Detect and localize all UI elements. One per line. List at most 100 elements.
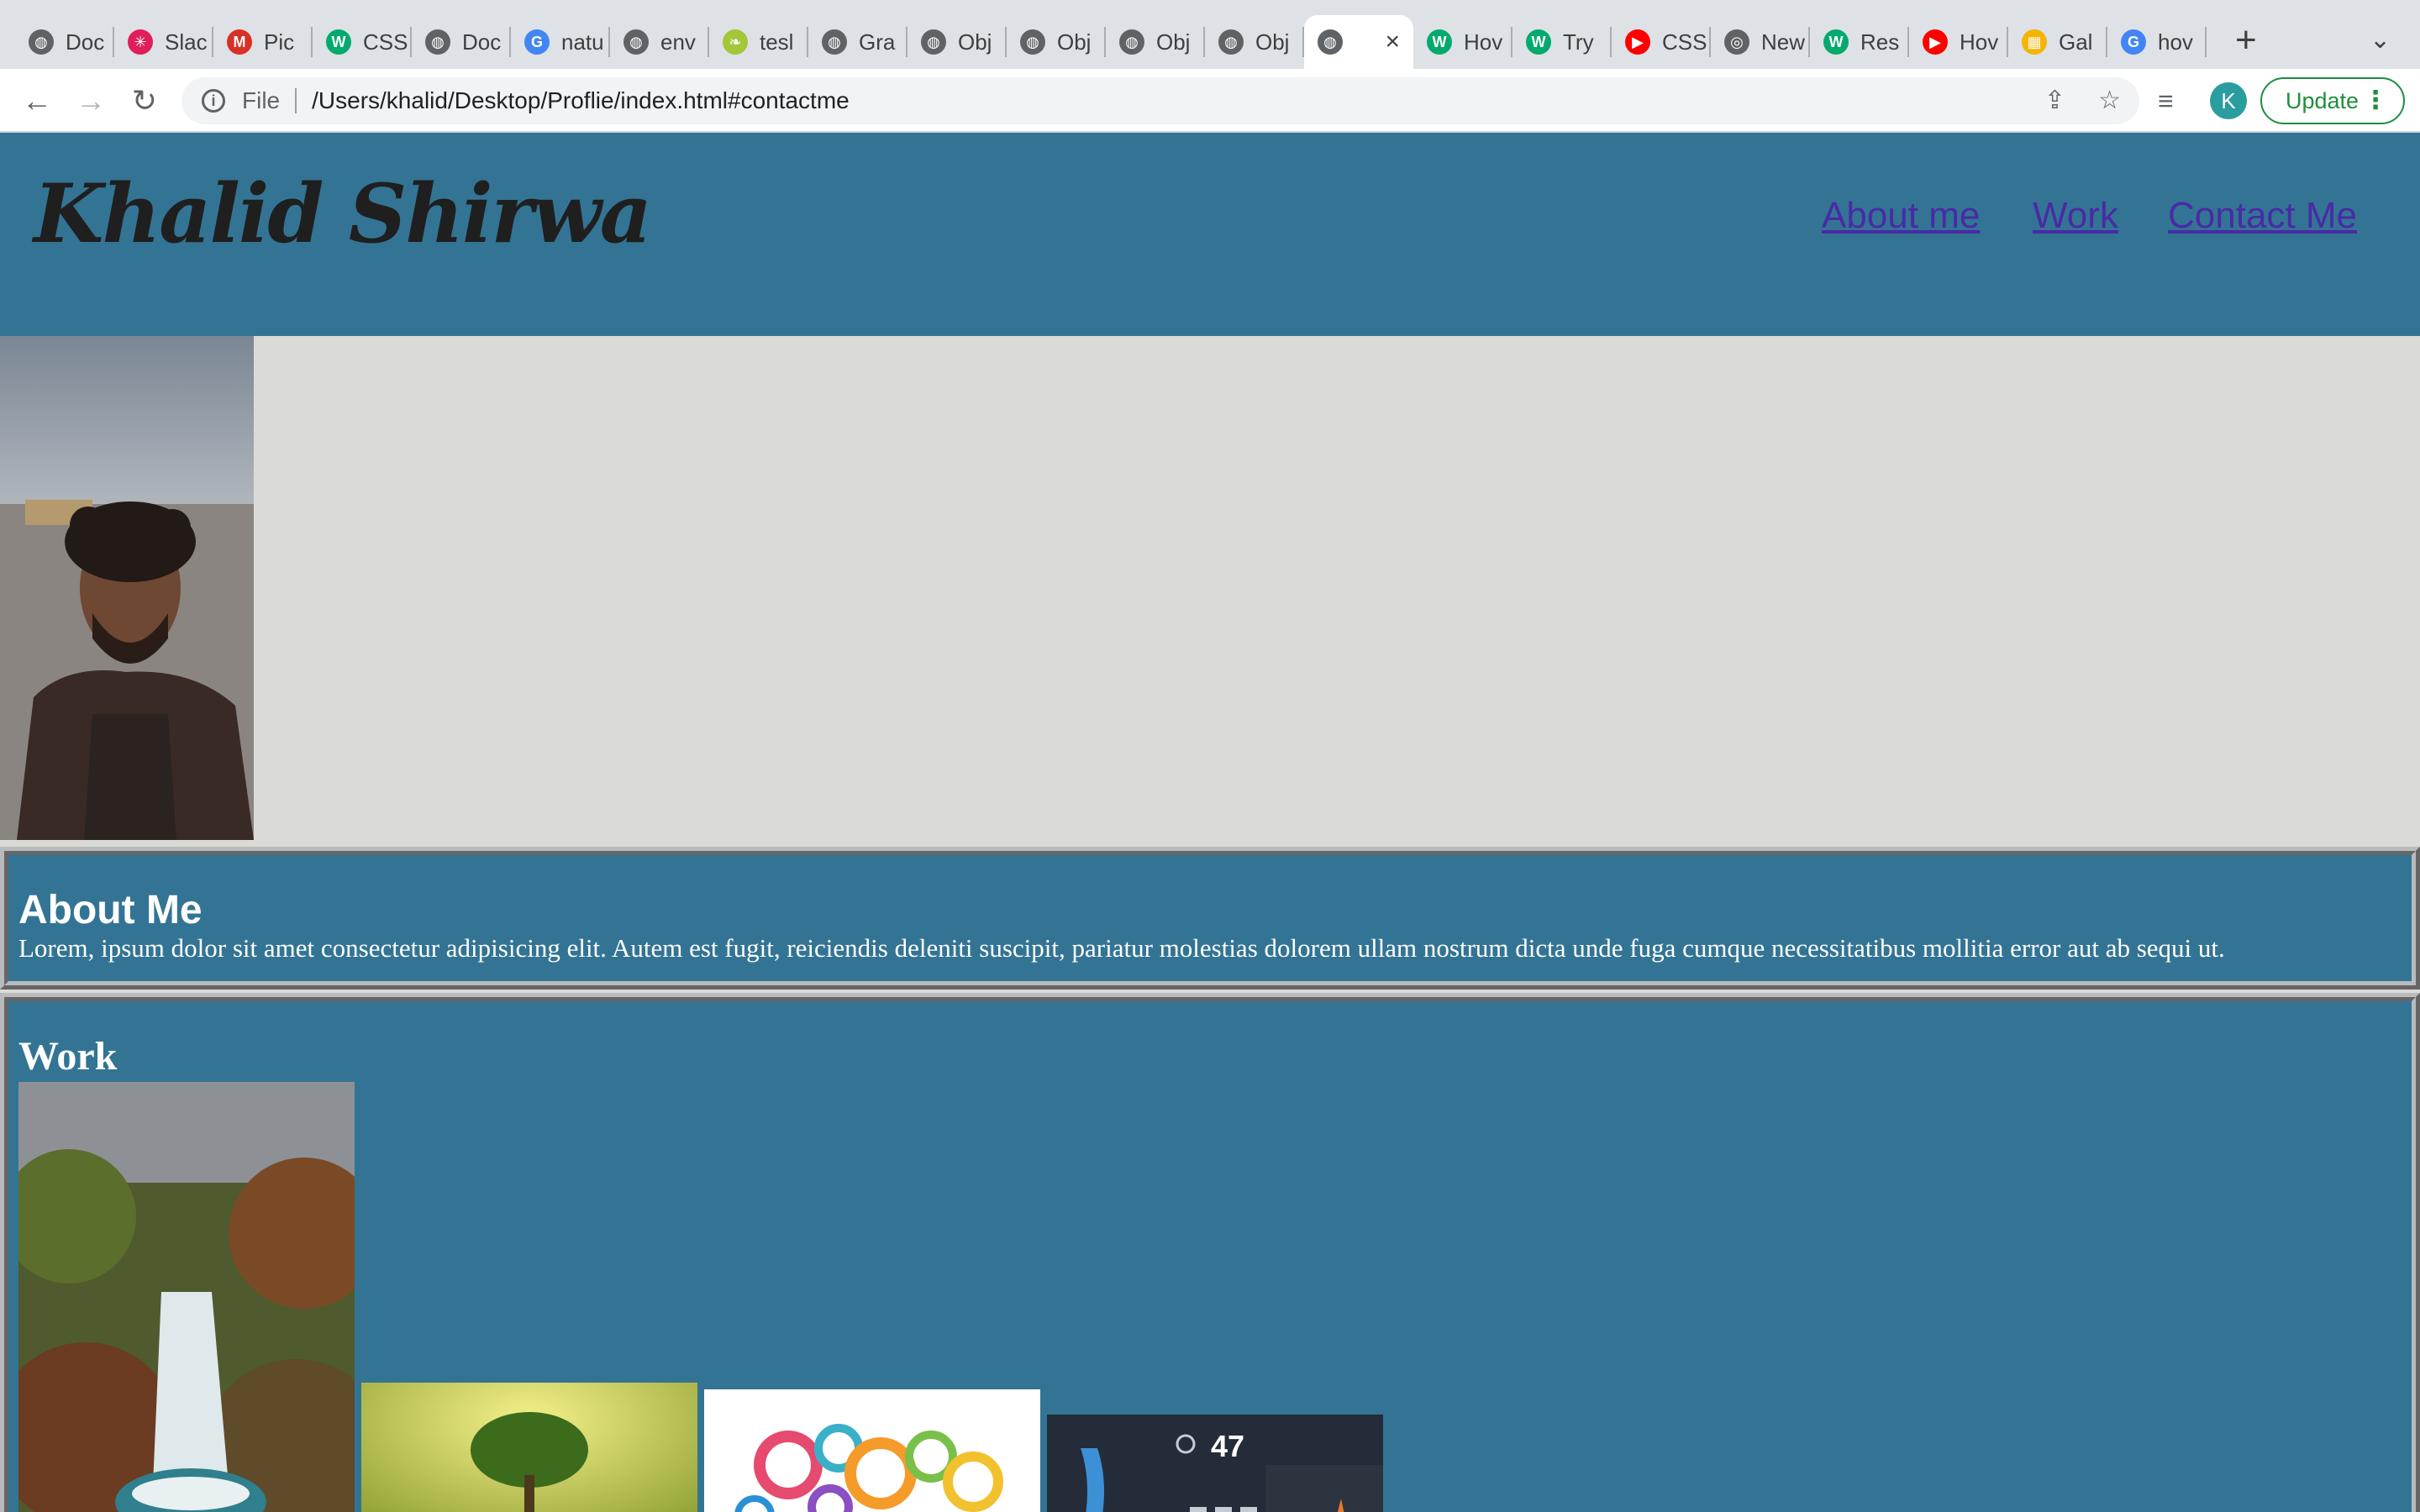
update-button[interactable]: Update ⋮ — [2260, 77, 2405, 124]
w3schools-icon: W — [326, 29, 351, 55]
update-label: Update — [2286, 87, 2360, 113]
tab-search-chevron-icon[interactable]: ⌄ — [2370, 25, 2391, 55]
chrome-icon: ◎ — [1724, 29, 1749, 55]
browser-tab[interactable]: ▦ Gal — [2008, 15, 2107, 69]
gmail-icon: M — [227, 29, 252, 55]
profile-avatar[interactable]: K — [2210, 82, 2247, 119]
work-image-gears[interactable] — [704, 1389, 1040, 1512]
browser-tab-label: Res — [1860, 29, 1900, 55]
w3schools-icon: W — [1427, 29, 1452, 55]
browser-tab[interactable]: ◍ Doc — [412, 15, 511, 69]
about-section: About Me Lorem, ipsum dolor sit amet con… — [0, 847, 2420, 990]
slack-icon: ✳ — [128, 29, 153, 55]
site-info-icon[interactable]: i — [202, 89, 225, 113]
browser-tab-label: Hov — [1960, 29, 1999, 55]
browser-tab-label: Slac — [165, 29, 208, 55]
globe-icon: ◍ — [623, 29, 649, 55]
browser-toolbar: ← → ↻ i File /Users/khalid/Desktop/Profl… — [0, 69, 2420, 133]
browser-tab-label: hov — [2158, 29, 2193, 55]
browser-tab-label: Obj — [1057, 29, 1092, 55]
browser-tab-strip: ◍ Doc ✳ Slac M Pic W CSS ◍ Doc Gnatu ◍ env ❧ tesl ◍ Gra ◍… — [0, 0, 2420, 69]
google-icon: G — [524, 29, 550, 55]
share-icon[interactable]: ⇪ — [2044, 86, 2065, 115]
address-bar[interactable]: i File /Users/khalid/Desktop/Proflie/ind… — [182, 77, 2139, 124]
work-section: Work 47 — [0, 993, 2420, 1512]
globe-icon: ◍ — [425, 29, 450, 55]
browser-tab[interactable]: W CSS — [313, 15, 412, 69]
browser-tab[interactable]: ◍ Doc — [15, 15, 114, 69]
work-image-dashboard[interactable]: 47 — [1047, 1415, 1383, 1512]
site-header: Khalid Shirwa About me Work Contact Me — [0, 133, 2420, 336]
browser-tab-label: CSS — [363, 29, 408, 55]
browser-tab[interactable]: ❧ tesl — [709, 15, 808, 69]
work-gallery: 47 — [18, 1082, 1531, 1512]
browser-tab-label: env — [660, 29, 696, 55]
youtube-icon: ▶ — [1923, 29, 1948, 55]
browser-tab-label: tesl — [760, 29, 794, 55]
nav-link-work[interactable]: Work — [2033, 195, 2118, 237]
forward-arrow-icon[interactable]: → — [71, 81, 111, 121]
browser-tab-label: Pic — [264, 29, 295, 55]
globe-icon: ◍ — [1318, 29, 1343, 55]
browser-tab[interactable]: W Res — [1810, 15, 1909, 69]
browser-tab[interactable]: ▶ CSS — [1612, 15, 1711, 69]
browser-tab[interactable]: ◍ env — [610, 15, 709, 69]
browser-tab[interactable]: W Try — [1512, 15, 1612, 69]
browser-tab-label: Doc — [462, 29, 502, 55]
gallery-icon: ▦ — [2022, 29, 2047, 55]
browser-tab[interactable]: ◍ Obj — [1106, 15, 1205, 69]
back-arrow-icon[interactable]: ← — [17, 81, 57, 121]
browser-tab-label: natu — [561, 29, 604, 55]
browser-tab[interactable]: M Pic — [213, 15, 313, 69]
browser-tab[interactable]: ◍ × — [1304, 15, 1413, 69]
menu-dots-icon[interactable]: ⋮ — [2363, 86, 2388, 115]
w3schools-icon: W — [1823, 29, 1849, 55]
bookmark-star-icon[interactable]: ☆ — [2098, 86, 2121, 115]
dashboard-speed: 47 — [1211, 1429, 1244, 1463]
globe-icon: ◍ — [822, 29, 847, 55]
work-image-tree[interactable] — [361, 1383, 697, 1512]
browser-tab[interactable]: W Hov — [1413, 15, 1512, 69]
reading-list-icon[interactable]: ≡ — [2158, 86, 2174, 117]
page-viewport: Khalid Shirwa About me Work Contact Me A… — [0, 133, 2420, 1512]
url-scheme: File — [242, 87, 281, 113]
browser-tab-label: Hov — [1464, 29, 1503, 55]
globe-icon: ◍ — [29, 29, 54, 55]
browser-tab-label: Obj — [958, 29, 992, 55]
nav-link-contact-me[interactable]: Contact Me — [2168, 195, 2357, 237]
w3schools-icon: W — [1526, 29, 1551, 55]
globe-icon: ◍ — [921, 29, 946, 55]
browser-tab-label: Try — [1563, 29, 1594, 55]
close-tab-icon[interactable]: × — [1385, 28, 1400, 56]
browser-tab[interactable]: ◍ Gra — [808, 15, 908, 69]
browser-tab-label: CSS — [1662, 29, 1707, 55]
globe-icon: ◍ — [1119, 29, 1144, 55]
work-heading: Work — [18, 1034, 118, 1079]
reload-icon[interactable]: ↻ — [124, 81, 165, 121]
browser-tab[interactable]: ◍ Obj — [1007, 15, 1106, 69]
browser-tab-label: Doc — [66, 29, 105, 55]
globe-icon: ◍ — [1218, 29, 1244, 55]
work-image-waterfall[interactable] — [18, 1082, 355, 1512]
browser-tab-label: Obj — [1156, 29, 1191, 55]
tab-separator — [2205, 27, 2207, 57]
youtube-icon: ▶ — [1625, 29, 1650, 55]
browser-tab[interactable]: Gnatu — [511, 15, 610, 69]
browser-tab[interactable]: ✳ Slac — [114, 15, 213, 69]
profile-photo — [0, 336, 254, 840]
nav-link-about-me[interactable]: About me — [1822, 195, 1980, 237]
globe-icon: ◍ — [1020, 29, 1045, 55]
google-icon: G — [2121, 29, 2146, 55]
browser-tab-label: Gal — [2059, 29, 2093, 55]
about-body-text: Lorem, ipsum dolor sit amet consectetur … — [18, 933, 2225, 963]
browser-tab[interactable]: ◎ New — [1711, 15, 1810, 69]
url-text[interactable]: /Users/khalid/Desktop/Proflie/index.html… — [312, 87, 850, 114]
browser-tab[interactable]: ◍ Obj — [908, 15, 1007, 69]
browser-tab[interactable]: ◍ Obj — [1205, 15, 1304, 69]
new-tab-button[interactable]: + — [2235, 22, 2257, 59]
site-title: Khalid Shirwa — [34, 166, 652, 261]
browser-tab[interactable]: ▶ Hov — [1909, 15, 2008, 69]
browser-tab[interactable]: Ghov — [2107, 15, 2207, 69]
leaf-icon: ❧ — [723, 29, 748, 55]
browser-tab-label: New — [1761, 29, 1806, 55]
